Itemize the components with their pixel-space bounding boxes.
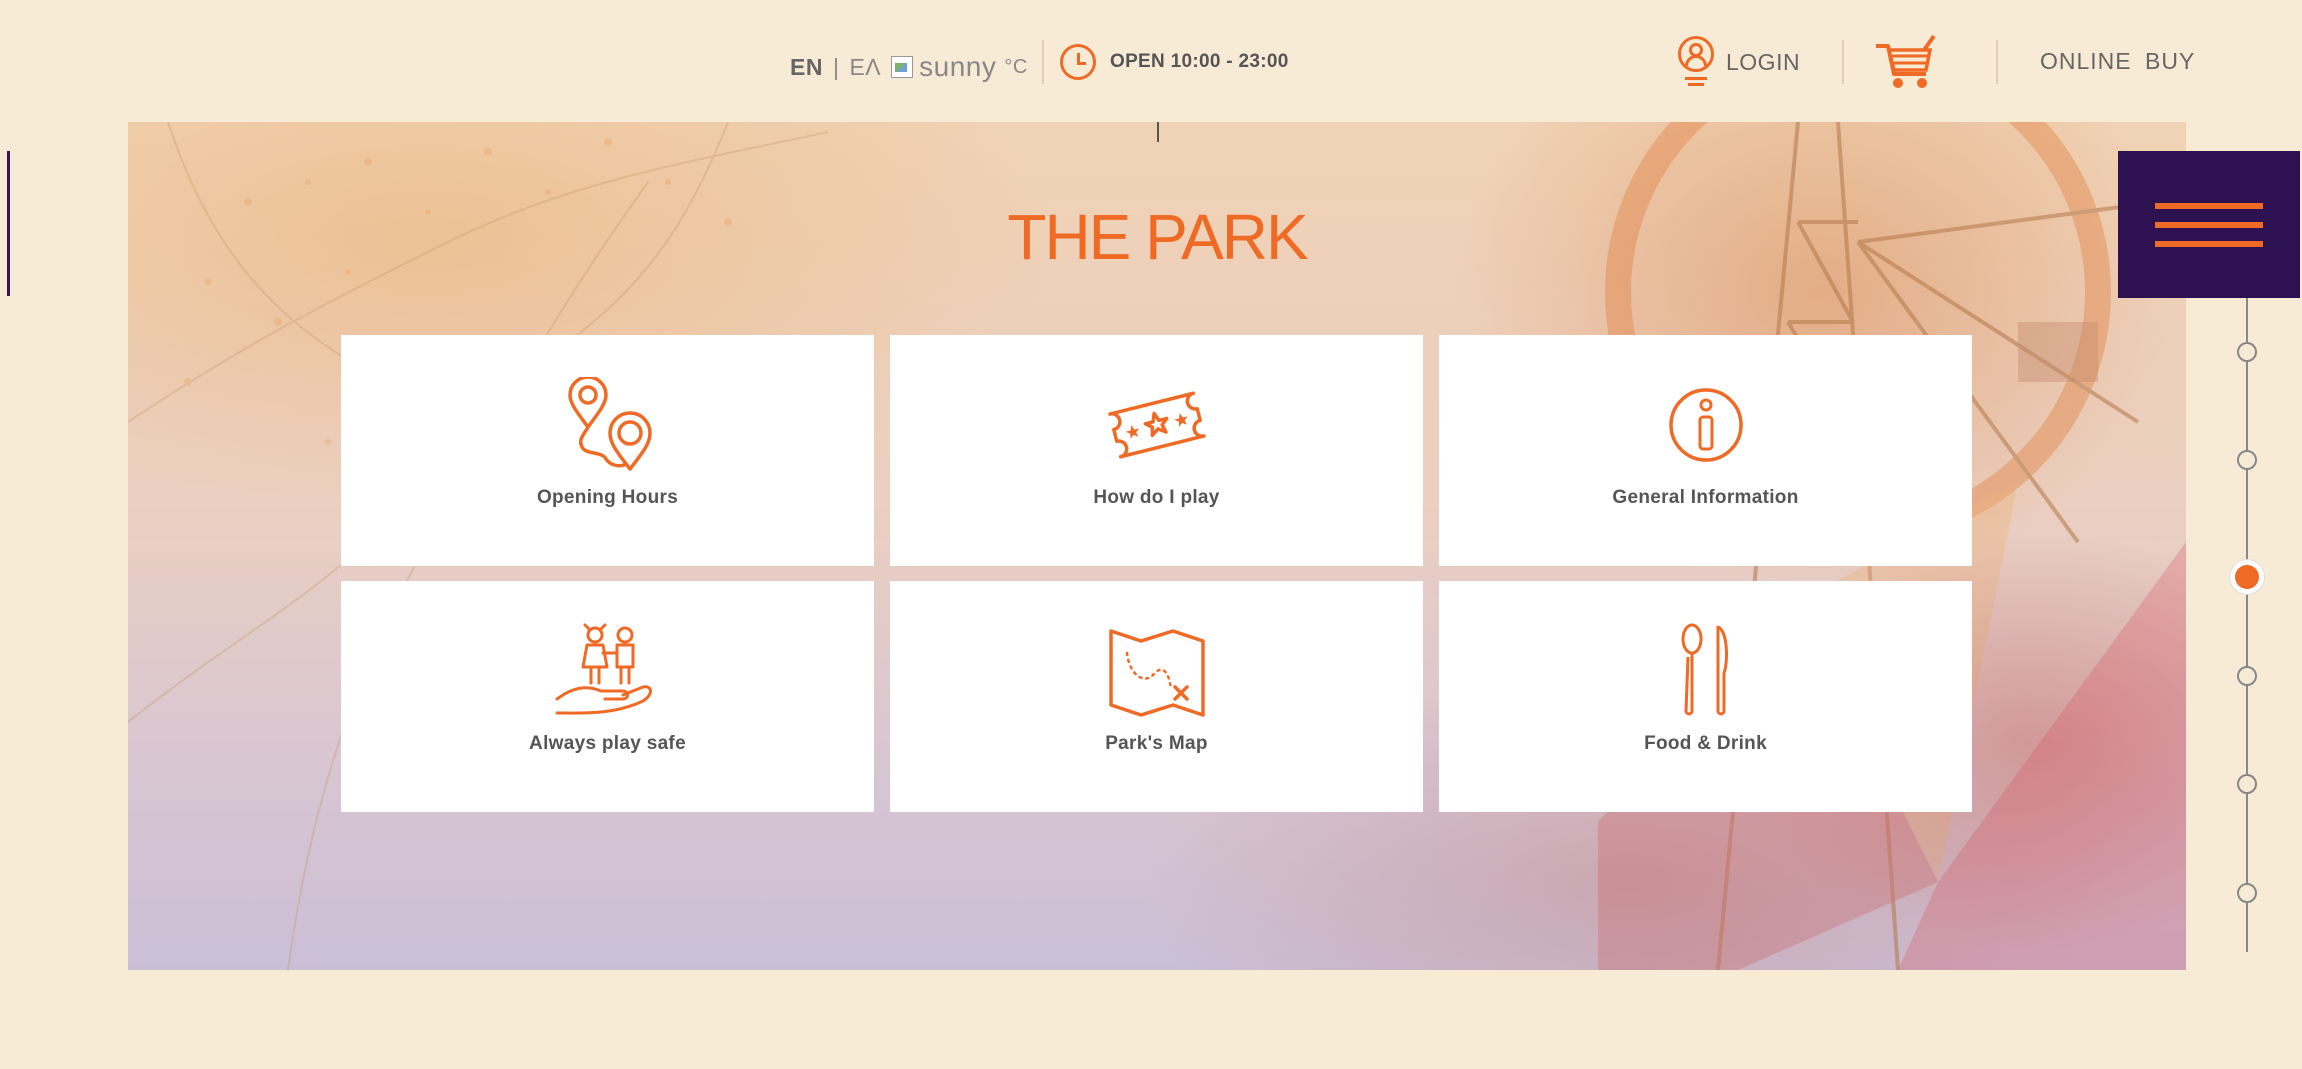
online-buy-link[interactable]: ONLINE BUY (2040, 48, 2195, 75)
section-tick (1157, 122, 1159, 142)
info-cards-grid: Opening Hours How do I play General Info… (341, 335, 1972, 812)
card-how-do-i-play[interactable]: How do I play (890, 335, 1423, 566)
card-label: Opening Hours (536, 487, 679, 508)
cart-icon[interactable] (1874, 34, 1938, 92)
card-opening-hours[interactable]: Opening Hours (341, 335, 874, 566)
ticket-stars-icon (1107, 391, 1206, 459)
card-label: Park's Map (1105, 733, 1208, 754)
map-pins-icon (567, 377, 652, 471)
opening-hours-info: OPEN 10:00 - 23:00 (1060, 44, 1289, 80)
language-separator: | (832, 53, 840, 80)
language-weather-bar: EN | ΕΛ sunny °C (790, 50, 1028, 84)
opening-hours-text: OPEN 10:00 - 23:00 (1110, 51, 1289, 72)
hero-section: THE PARK Opening Hours How do I play Gen… (128, 122, 2186, 970)
section-nav-dot-2[interactable] (2237, 450, 2257, 470)
section-nav-dot-1[interactable] (2237, 342, 2257, 362)
card-parks-map[interactable]: Park's Map (890, 581, 1423, 812)
card-label: Food & Drink (1644, 733, 1767, 754)
card-label: General Information (1612, 487, 1799, 508)
weather-image-icon (891, 56, 914, 78)
section-nav-dot-4[interactable] (2237, 666, 2257, 686)
menu-line (2155, 202, 2263, 209)
section-nav-rail (2246, 298, 2248, 952)
kids-hand-icon (555, 623, 652, 715)
divider (1842, 40, 1844, 84)
menu-line (2155, 221, 2263, 228)
login-label: LOGIN (1726, 48, 1801, 75)
card-label: How do I play (1093, 487, 1220, 508)
hamburger-menu-button[interactable] (2118, 151, 2300, 298)
weather-condition: sunny (919, 51, 997, 82)
language-el-link[interactable]: ΕΛ (849, 54, 881, 81)
top-bar: EN | ΕΛ sunny °C OPEN 10:00 - 23:00 LOGI… (0, 0, 2302, 122)
card-general-information[interactable]: General Information (1439, 335, 1972, 566)
weather-unit: °C (1004, 55, 1028, 78)
card-food-drink[interactable]: Food & Drink (1439, 581, 1972, 812)
info-icon (1668, 388, 1743, 462)
card-always-play-safe[interactable]: Always play safe (341, 581, 874, 812)
user-icon (1676, 36, 1716, 88)
weather-widget: sunny °C (891, 51, 1028, 83)
card-label: Always play safe (529, 733, 686, 754)
section-nav-dot-5[interactable] (2237, 774, 2257, 794)
left-edge-accent (7, 151, 10, 296)
menu-line (2155, 240, 2263, 247)
language-en-link[interactable]: EN (790, 54, 823, 81)
divider (1042, 40, 1044, 84)
login-link[interactable]: LOGIN (1676, 36, 1800, 88)
page-title: THE PARK (1007, 201, 1308, 273)
clock-icon (1060, 44, 1096, 80)
divider (1996, 40, 1998, 84)
spoon-knife-icon (1681, 623, 1728, 716)
section-nav-dot-3-active[interactable] (2230, 560, 2264, 594)
treasure-map-icon (1108, 629, 1205, 717)
section-nav-dot-6[interactable] (2237, 883, 2257, 903)
